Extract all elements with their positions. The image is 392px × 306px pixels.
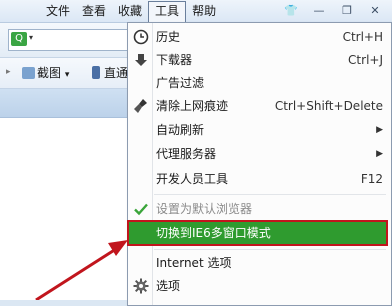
submenu-arrow-icon: ▶ <box>376 125 383 135</box>
menu-bar: 文件 查看 收藏 工具 帮助 <box>40 0 222 23</box>
screenshot-label: 截图 <box>37 66 62 80</box>
menu-separator <box>154 194 386 195</box>
menu-item-shortcut: Ctrl+H <box>342 30 383 44</box>
menu-item-label: 设置为默认浏览器 <box>156 202 253 216</box>
menu-item-ad-filter[interactable]: 广告过滤 <box>128 72 389 94</box>
menu-separator <box>154 249 386 250</box>
menu-item-label: 历史 <box>156 30 181 44</box>
menu-tools[interactable]: 工具 <box>148 1 187 23</box>
menu-item-clear-traces[interactable]: 清除上网痕迹 Ctrl+Shift+Delete <box>128 95 389 117</box>
menu-item-shortcut: Ctrl+J <box>348 53 383 67</box>
menu-file[interactable]: 文件 <box>40 1 76 21</box>
search-engine-icon[interactable]: Q <box>11 32 27 46</box>
menu-item-label: 开发人员工具 <box>156 172 229 186</box>
menu-item-options[interactable]: 选项 <box>128 275 389 297</box>
menu-item-switch-ie6-mode[interactable]: 切换到IE6多窗口模式 <box>127 220 388 246</box>
menu-item-developer-tools[interactable]: 开发人员工具 F12 <box>128 168 389 190</box>
menu-item-label: 自动刷新 <box>156 123 205 137</box>
phone-icon <box>92 66 100 79</box>
menu-item-internet-options[interactable]: Internet 选项 <box>128 252 389 274</box>
menu-item-downloader[interactable]: 下载器 Ctrl+J <box>128 49 389 71</box>
chevron-down-icon[interactable]: ▾ <box>29 33 33 42</box>
direct-button[interactable]: 直通 <box>92 64 128 82</box>
broom-icon <box>134 99 147 113</box>
menu-item-set-default-browser: 设置为默认浏览器 <box>128 198 389 220</box>
menu-view[interactable]: 查看 <box>76 1 112 21</box>
menu-item-label: 切换到IE6多窗口模式 <box>156 226 271 240</box>
menu-item-label: 代理服务器 <box>156 147 217 161</box>
download-arrow-icon <box>135 54 147 66</box>
menu-item-label: 广告过滤 <box>156 76 205 90</box>
close-button[interactable]: ✕ <box>362 1 388 21</box>
menu-item-auto-refresh[interactable]: 自动刷新 ▶ <box>128 119 389 141</box>
menu-item-label: 下载器 <box>156 53 193 67</box>
menu-item-label: 选项 <box>156 279 181 293</box>
menu-item-label: 清除上网痕迹 <box>156 99 229 113</box>
minimize-button[interactable]: — <box>306 1 332 21</box>
direct-label: 直通 <box>104 66 129 80</box>
menu-item-shortcut: F12 <box>360 172 383 186</box>
menu-item-shortcut: Ctrl+Shift+Delete <box>274 99 383 113</box>
menu-favorites[interactable]: 收藏 <box>112 1 148 21</box>
tools-dropdown-menu: 历史 Ctrl+H 下载器 Ctrl+J 广告过滤 清除上网痕迹 Ctrl+Sh… <box>127 22 392 306</box>
menu-item-label: Internet 选项 <box>156 256 232 270</box>
menu-item-proxy-server[interactable]: 代理服务器 ▶ <box>128 143 389 165</box>
title-bar: 文件 查看 收藏 工具 帮助 👕 — ❐ ✕ <box>0 0 392 23</box>
scissors-icon <box>22 67 35 79</box>
screenshot-button[interactable]: 截图 ▾ <box>22 64 69 82</box>
menu-item-history[interactable]: 历史 Ctrl+H <box>128 26 389 48</box>
restore-button[interactable]: ❐ <box>334 1 360 21</box>
submenu-arrow-icon: ▶ <box>376 149 383 159</box>
window-controls: 👕 — ❐ ✕ <box>278 1 388 21</box>
checkmark-icon <box>134 203 148 216</box>
menu-help[interactable]: 帮助 <box>186 1 222 21</box>
toolbar-chevron-icon: ▸ <box>6 67 11 77</box>
skin-shirt-icon[interactable]: 👕 <box>278 1 304 21</box>
clock-icon <box>133 29 149 45</box>
gear-icon <box>133 278 149 294</box>
screenshot-dropdown-icon[interactable]: ▾ <box>65 70 70 80</box>
